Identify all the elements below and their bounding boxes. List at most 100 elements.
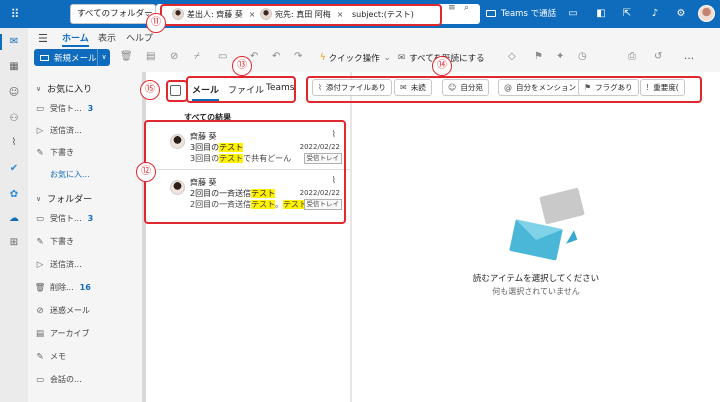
tab-help[interactable]: ヘルプ xyxy=(126,31,153,44)
forward-icon[interactable]: ↷ xyxy=(294,51,302,62)
folder-deleted[interactable]: 🗑 削除... 16 xyxy=(34,282,91,293)
fav-drafts[interactable]: ✎ 下書き xyxy=(34,147,74,158)
pin-icon[interactable]: ✦ xyxy=(556,51,564,62)
chevron-down-icon: ∨ xyxy=(36,84,42,93)
folder-label: 削除... xyxy=(50,283,74,292)
annotation-box-15 xyxy=(166,80,188,102)
folder-label: 送信済... xyxy=(50,126,82,135)
teams-call-label: Teams で通話 xyxy=(501,9,557,19)
archive-icon[interactable]: ▤ xyxy=(146,51,155,62)
todo-icon[interactable]: ✔ xyxy=(7,162,21,176)
pencil-icon: ✎ xyxy=(36,147,44,158)
folder-icon: ▭ xyxy=(35,374,45,385)
favorites-more-link[interactable]: お気に入... xyxy=(50,169,90,180)
teams-call-button[interactable]: Teams で通話 xyxy=(486,7,556,19)
annotation-box-14 xyxy=(306,76,702,103)
app-launcher-icon[interactable]: ⠿ xyxy=(8,7,22,21)
tag-icon[interactable]: ◇ xyxy=(508,51,516,62)
hamburger-icon[interactable]: ☰ xyxy=(38,32,48,45)
empty-state-subtitle: 何も選択されていません xyxy=(492,287,580,296)
new-mail-button[interactable]: 新規メール ∨ xyxy=(34,49,110,66)
pencil-icon: ✎ xyxy=(36,236,44,247)
folder-label: 下書き xyxy=(50,148,74,157)
more-icon[interactable]: … xyxy=(684,51,694,62)
sweep-icon[interactable]: ⌿ xyxy=(194,51,200,62)
lightning-icon: ϟ xyxy=(320,52,326,63)
annotation-number-12: ⑫ xyxy=(136,162,156,182)
envelope-illustration xyxy=(539,187,585,225)
folder-label: 送信済... xyxy=(50,260,82,269)
inbox-icon: ▭ xyxy=(35,213,45,224)
undo-icon[interactable]: ↺ xyxy=(654,51,662,62)
folder-notes[interactable]: ✎ メモ xyxy=(34,351,66,362)
annotation-number-15: ⑮ xyxy=(140,80,160,100)
move-icon[interactable]: ▭ xyxy=(218,51,227,62)
filter-icon[interactable]: ≡ xyxy=(448,3,456,13)
reading-pane: 読むアイテムを選択してください 何も選択されていません xyxy=(352,100,720,402)
search-scope-label: すべてのフォルダー xyxy=(77,9,153,19)
favorites-header[interactable]: ∨ お気に入り xyxy=(36,82,92,96)
gear-icon[interactable]: ⚙ xyxy=(674,7,688,21)
reply-icon[interactable]: ↶ xyxy=(250,51,258,62)
people-icon[interactable]: ☺ xyxy=(7,86,21,100)
onedrive-icon[interactable]: ☁ xyxy=(7,212,21,226)
app-rail: ✉ ▦ ☺ ⚇ ⌇ ✔ ✿ ☁ ⊞ xyxy=(0,28,28,402)
folder-label: 受信ト... xyxy=(50,104,82,113)
folder-inbox[interactable]: ▭ 受信ト... 3 xyxy=(34,213,93,224)
send-icon: ▷ xyxy=(36,259,44,270)
search-scope-dropdown[interactable]: すべてのフォルダー ⌄ xyxy=(70,4,156,24)
send-icon: ▷ xyxy=(36,125,44,136)
new-mail-label: 新規メール xyxy=(54,53,97,64)
print-icon[interactable]: ⎙ xyxy=(628,51,636,62)
video-icon xyxy=(486,9,496,17)
folder-junk[interactable]: ⊘ 迷惑メール xyxy=(34,305,90,316)
search-icon[interactable]: ⌕ xyxy=(464,3,469,13)
folder-label: 会話の... xyxy=(50,375,82,384)
chat-icon[interactable]: ▭ xyxy=(566,7,580,21)
folder-conversation[interactable]: ▭ 会話の... xyxy=(34,374,82,385)
annotation-number-14: ⑭ xyxy=(432,56,452,76)
folder-label: 受信ト... xyxy=(50,214,82,223)
folder-archive[interactable]: ▤ アーカイブ xyxy=(34,328,90,339)
yammer-icon[interactable]: ✿ xyxy=(7,188,21,202)
flag-icon[interactable]: ⚑ xyxy=(534,51,543,62)
annotation-box-11 xyxy=(160,4,442,26)
trash-icon: 🗑 xyxy=(34,282,46,293)
envelope-illustration xyxy=(509,219,563,261)
folder-label: アーカイブ xyxy=(50,329,90,338)
share-icon[interactable]: ⇱ xyxy=(620,7,634,21)
chevron-down-icon: ∨ xyxy=(36,194,42,203)
groups-icon[interactable]: ⚇ xyxy=(7,112,21,126)
unread-count: 16 xyxy=(79,283,91,292)
folders-header[interactable]: ∨ フォルダー xyxy=(36,192,92,206)
folder-sent[interactable]: ▷ 送信済... xyxy=(34,259,82,270)
apps-icon[interactable]: ⊞ xyxy=(7,236,21,250)
office-icon[interactable]: ◧ xyxy=(594,7,608,21)
attach-icon[interactable]: ⌇ xyxy=(7,136,21,150)
annotation-box-13 xyxy=(186,76,296,103)
bell-icon[interactable]: ♪ xyxy=(648,7,662,21)
calendar-icon[interactable]: ▦ xyxy=(7,60,21,74)
annotation-number-13: ⑬ xyxy=(232,56,252,76)
fav-inbox[interactable]: ▭ 受信ト... 3 xyxy=(34,103,93,114)
empty-state-title: 読むアイテムを選択してください xyxy=(472,274,600,284)
archive-icon: ▤ xyxy=(35,328,45,339)
mail-icon[interactable]: ✉ xyxy=(7,35,21,49)
folder-drafts[interactable]: ✎ 下書き xyxy=(34,236,74,247)
report-icon[interactable]: ⊘ xyxy=(170,51,178,62)
paper-plane-illustration xyxy=(562,230,578,244)
folder-label: 迷惑メール xyxy=(50,306,90,315)
tab-view[interactable]: 表示 xyxy=(98,31,116,44)
quick-steps-button[interactable]: ϟ クイック操作 ⌄ xyxy=(320,49,391,66)
ribbon: ☰ ホーム 表示 ヘルプ 新規メール ∨ 🗑 ▤ ⊘ ⌿ ▭ ↶ ↶ ↷ ϟ ク… xyxy=(28,28,720,72)
account-avatar[interactable] xyxy=(698,5,715,22)
chevron-down-icon[interactable]: ∨ xyxy=(97,49,110,66)
tab-home[interactable]: ホーム xyxy=(62,31,89,47)
annotation-number-11: ⑪ xyxy=(146,13,166,33)
reply-all-icon[interactable]: ↶ xyxy=(272,51,280,62)
fav-sent[interactable]: ▷ 送信済... xyxy=(34,125,82,136)
delete-icon[interactable]: 🗑 xyxy=(120,51,133,62)
annotation-box-12 xyxy=(144,120,346,224)
chevron-down-icon[interactable]: ⌄ xyxy=(384,53,391,63)
clock-icon[interactable]: ◷ xyxy=(578,51,587,62)
